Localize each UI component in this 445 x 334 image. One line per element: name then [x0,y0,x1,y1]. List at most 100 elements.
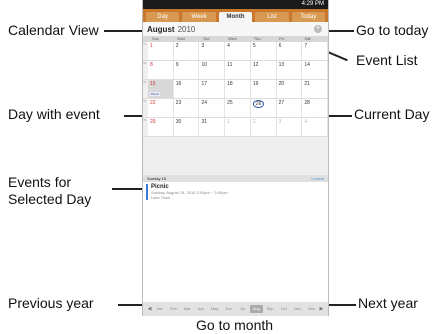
month-header: August 2010 + [143,22,328,36]
day-cell[interactable]: 15 Picnic [148,80,174,98]
previous-year-label: Previous year [8,295,94,311]
month-dec[interactable]: Dec [305,305,318,313]
go-to-month-label: Go to month [196,317,274,333]
month-feb[interactable]: Feb [167,305,180,313]
day-number: 15 [150,81,156,87]
phone-screen: 4:29 PM Day Week Month List Today August… [142,0,329,316]
month-name: August [147,24,175,34]
day-number: 4 [304,119,308,125]
day-cell[interactable]: 18 [225,80,251,98]
tab-list[interactable]: List [255,12,289,22]
events-for-day-label-1: Events for [8,174,72,190]
selected-day-header: Sunday 15 1 event [143,175,328,182]
day-cell[interactable]: 21 [302,80,328,98]
selected-day-title: Sunday 15 [147,176,167,181]
day-cell[interactable]: 3 [277,118,303,136]
day-cell[interactable]: 4 [302,118,328,136]
day-number: 10 [201,62,207,68]
week-row: 33 15 Picnic 16 17 18 19 20 21 [143,80,328,99]
day-number: 31 [201,119,207,125]
day-with-event-label: Day with event [8,106,100,122]
next-year-label: Next year [358,295,418,311]
day-number: 9 [175,62,179,68]
week-row: 35 29 30 31 1 2 3 4 [143,118,328,137]
tab-month[interactable]: Month [218,12,253,22]
month-jul[interactable]: Jul [236,305,249,313]
day-cell[interactable]: 14 [302,61,328,79]
previous-year-icon[interactable]: ◀ [147,306,152,312]
month-nov[interactable]: Nov [291,305,304,313]
day-cell[interactable]: 10 [199,61,226,79]
month-aug[interactable]: Aug [249,305,263,313]
view-tabs: Day Week Month List Today [143,9,328,22]
month-may[interactable]: May [208,305,221,313]
day-cell[interactable]: 8 [148,61,174,79]
day-cell[interactable]: 29 [148,118,174,136]
day-cell[interactable]: 19 [251,80,277,98]
day-number: 4 [227,43,230,49]
day-cell[interactable]: 31 [199,118,226,136]
day-number: 29 [150,119,156,125]
event-list-label: Event List [356,52,418,68]
day-cell[interactable]: 30 [174,118,200,136]
year-label: 2010 [177,24,196,34]
day-number: 1 [227,119,230,125]
day-number: 6 [278,43,282,49]
month-oct[interactable]: Oct [277,305,290,313]
day-cell[interactable]: 1 [148,42,174,60]
day-number: 2 [175,43,179,49]
day-cell[interactable]: 6 [277,42,303,60]
tab-today[interactable]: Today [291,12,326,22]
tab-day[interactable]: Day [146,12,180,22]
day-cell[interactable]: 9 [174,61,200,79]
day-cell[interactable]: 22 [148,99,174,117]
day-number: 17 [201,81,207,87]
day-number: 16 [175,81,182,87]
day-cell[interactable]: 28 [302,99,328,117]
day-number: 23 [175,100,182,106]
month-jan[interactable]: Jan [153,305,166,313]
event-area: Sunday 15 1 event Picnic Sunday, August … [143,175,328,302]
day-number: 26 [252,100,265,108]
month-apr[interactable]: Apr [194,305,207,313]
day-cell[interactable]: 13 [277,61,303,79]
day-cell[interactable]: 7 [302,42,328,60]
day-number: 18 [227,81,233,87]
day-cell[interactable]: 3 [199,42,226,60]
day-cell[interactable]: 25 [225,99,251,117]
month-sep[interactable]: Sep [264,305,277,313]
day-number: 7 [304,43,308,49]
day-cell[interactable]: 24 [199,99,226,117]
day-cell[interactable]: 20 [277,80,303,98]
day-cell[interactable]: 4 [225,42,251,60]
day-number: 30 [175,119,182,125]
day-cell[interactable]: 1 [225,118,251,136]
day-cell[interactable]: 16 [174,80,200,98]
day-number: 5 [252,43,256,49]
event-item[interactable]: Picnic Sunday, August 15, 2010 2:00pm ~ … [146,184,325,200]
day-number: 12 [252,62,259,68]
day-cell[interactable]: 27 [277,99,303,117]
day-cell[interactable]: 12 [251,61,277,79]
day-number: 1 [150,43,153,49]
tab-week[interactable]: Week [182,12,216,22]
day-number: 3 [201,43,205,49]
calendar-view-label: Calendar View [8,22,99,38]
month-mar[interactable]: Mar [181,305,194,313]
plus-icon[interactable]: + [314,25,322,33]
day-number: 25 [227,100,233,106]
go-to-today-label: Go to today [356,22,429,38]
day-cell[interactable]: 11 [225,61,251,79]
day-cell[interactable]: 2 [174,42,200,60]
day-cell[interactable]: 5 [251,42,277,60]
day-number: 20 [278,81,285,87]
day-number: 11 [227,62,233,68]
next-year-icon[interactable]: ▶ [319,306,324,312]
day-cell[interactable]: 26 [251,99,277,117]
day-number: 22 [150,100,156,106]
day-cell[interactable]: 17 [199,80,226,98]
day-cell[interactable]: 2 [251,118,277,136]
month-jun[interactable]: Jun [222,305,235,313]
events-for-day-label-2: Selected Day [8,191,92,207]
day-cell[interactable]: 23 [174,99,200,117]
